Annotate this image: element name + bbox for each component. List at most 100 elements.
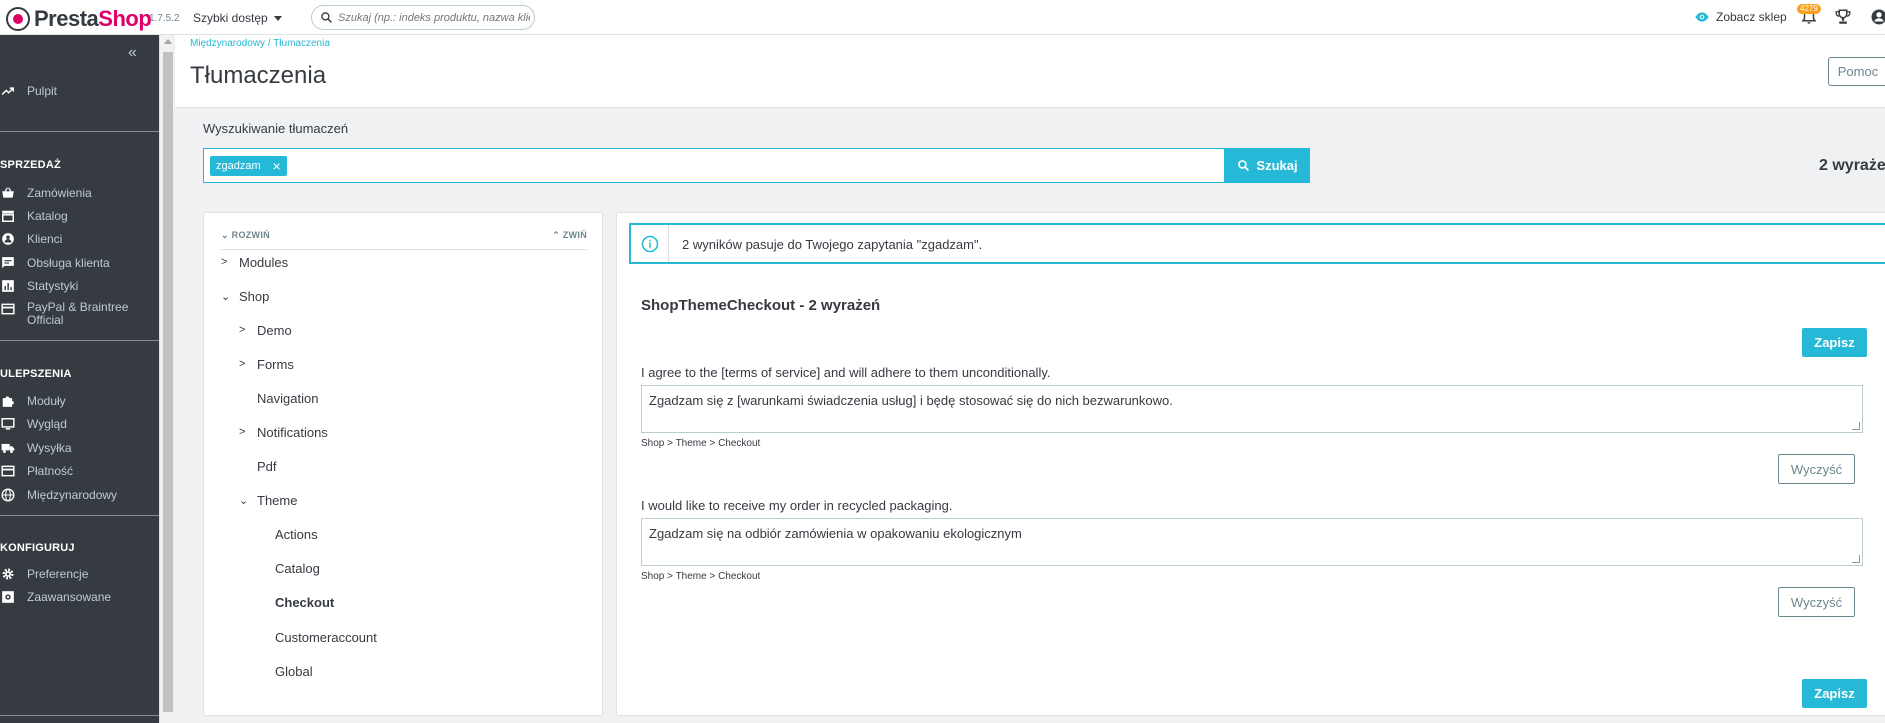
sidebar-collapse-button[interactable]: « — [128, 44, 137, 62]
translation-textarea[interactable]: Zgadzam się z [warunkami świadczenia usł… — [641, 385, 1863, 433]
translation-value: Zgadzam się z [warunkami świadczenia usł… — [649, 393, 1173, 408]
header-search[interactable] — [311, 5, 535, 30]
sidebar: « Pulpit SPRZEDAŻ Zamówienia Katalog Kli… — [0, 35, 159, 723]
scrollbar-thumb[interactable] — [163, 52, 173, 712]
trophy-icon[interactable] — [1834, 8, 1852, 26]
sidebar-item-label: Moduły — [27, 394, 66, 408]
sidebar-item-paypal[interactable]: PayPal & Braintree Official — [0, 301, 132, 331]
tree-node-pdf[interactable]: Pdf — [257, 457, 277, 475]
page-title: Tłumaczenia — [190, 62, 327, 89]
search-icon — [1238, 160, 1250, 171]
monitor-icon — [1, 418, 15, 430]
save-button-bottom[interactable]: Zapisz — [1802, 679, 1867, 708]
sidebar-item-design[interactable]: Wygląd — [0, 415, 67, 433]
credit-card-icon — [1, 303, 15, 315]
truck-icon — [1, 443, 15, 453]
tree-node-actions[interactable]: Actions — [275, 525, 318, 543]
sidebar-item-label: Wygląd — [27, 417, 67, 431]
translation-tree-panel: ⌄ ROZWIŃ ⌃ ZWIŃ > Modules ⌄ Shop > Demo > Fo… — [203, 212, 603, 716]
sidebar-item-modules[interactable]: Moduły — [0, 392, 66, 410]
sidebar-item-label: Płatność — [27, 464, 74, 478]
tree-node-navigation[interactable]: Navigation — [257, 389, 318, 407]
tree-node-shop[interactable]: ⌄ Shop — [221, 287, 269, 305]
sidebar-section-sales: SPRZEDAŻ — [0, 159, 61, 171]
tree-node-demo[interactable]: > Demo — [239, 321, 292, 339]
chat-icon — [2, 257, 14, 269]
tree-node-theme[interactable]: ⌄ Theme — [239, 491, 297, 509]
collapse-all-button[interactable]: ⌃ ZWIŃ — [552, 230, 587, 241]
prestashop-logo[interactable]: PrestaShop — [6, 6, 152, 32]
version-label: 1.7.5.2 — [149, 13, 180, 24]
tree-node-modules[interactable]: > Modules — [221, 253, 288, 271]
tree-node-checkout[interactable]: Checkout — [275, 593, 334, 611]
tree-node-catalog[interactable]: Catalog — [275, 559, 320, 577]
source-string: I agree to the [terms of service] and wi… — [641, 365, 1051, 380]
sidebar-divider — [0, 715, 159, 716]
bar-chart-icon — [2, 280, 14, 292]
sidebar-item-payment[interactable]: Płatność — [0, 462, 73, 480]
search-button[interactable]: Szukaj — [1225, 148, 1310, 183]
tree-node-label: Demo — [257, 322, 292, 338]
sidebar-divider — [0, 515, 159, 516]
search-button-label: Szukaj — [1256, 158, 1298, 173]
sidebar-item-stats[interactable]: Statystyki — [0, 277, 78, 295]
close-icon[interactable]: × — [272, 156, 280, 176]
expand-all-button[interactable]: ⌄ ROZWIŃ — [221, 230, 270, 241]
header-search-input[interactable] — [338, 9, 530, 26]
tree-controls: ⌄ ROZWIŃ ⌃ ZWIŃ — [221, 230, 587, 250]
sidebar-item-catalog[interactable]: Katalog — [0, 207, 68, 225]
search-tag-label: zgadzam — [216, 160, 261, 172]
page-header: Międzynarodowy / Tłumaczenia Tłumaczenia… — [175, 35, 1885, 108]
sidebar-item-preferences[interactable]: Preferencje — [0, 565, 88, 583]
scroll-up-arrow-icon[interactable] — [164, 39, 172, 44]
search-tag-input[interactable]: zgadzam × — [203, 148, 1225, 183]
sidebar-item-shipping[interactable]: Wysyłka — [0, 439, 72, 457]
sidebar-item-label: Pulpit — [27, 84, 58, 98]
tree-node-customeraccount[interactable]: Customeraccount — [275, 628, 377, 646]
collapse-label: ZWIŃ — [562, 230, 587, 240]
tree-node-label: Checkout — [275, 594, 335, 610]
tree-node-global[interactable]: Global — [275, 662, 313, 680]
chevron-up-icon: ⌃ — [552, 230, 563, 240]
user-icon[interactable] — [1870, 8, 1885, 26]
info-alert: 2 wyników pasuje do Twojego zapytania "z… — [629, 223, 1885, 264]
info-alert-text: 2 wyników pasuje do Twojego zapytania "z… — [682, 237, 983, 252]
chevron-down-icon: ⌄ — [221, 230, 232, 240]
chevron-down-icon: ⌄ — [221, 290, 231, 303]
sidebar-item-international[interactable]: Międzynarodowy — [0, 486, 117, 504]
clear-button[interactable]: Wyczyść — [1778, 587, 1855, 617]
translation-textarea[interactable]: Zgadzam się na odbiór zamówienia w opako… — [641, 518, 1863, 566]
notification-count-badge: 4279 — [1797, 4, 1821, 14]
sidebar-item-orders[interactable]: Zamówienia — [0, 184, 92, 202]
domain-title: ShopThemeCheckout - 2 wyrażeń — [641, 297, 881, 314]
clear-button[interactable]: Wyczyść — [1778, 454, 1855, 484]
breadcrumb[interactable]: Międzynarodowy / Tłumaczenia — [190, 38, 330, 49]
view-shop-link[interactable]: Zobacz sklep — [1694, 10, 1787, 24]
sidebar-item-pulpit[interactable]: Pulpit — [0, 82, 57, 100]
save-button[interactable]: Zapisz — [1802, 328, 1867, 357]
chevron-right-icon: > — [239, 324, 246, 336]
sidebar-item-advanced[interactable]: Zaawansowane — [0, 588, 111, 606]
resize-handle[interactable] — [1852, 555, 1860, 563]
settings-box-icon — [2, 591, 14, 603]
sidebar-scrollbar[interactable] — [159, 35, 175, 723]
tree-node-notifications[interactable]: > Notifications — [239, 423, 328, 441]
tree-node-label: Modules — [239, 254, 289, 270]
sidebar-item-customer-service[interactable]: Obsługa klienta — [0, 254, 110, 272]
tree-node-label: Shop — [239, 288, 270, 304]
basket-icon — [2, 187, 14, 198]
tree-node-forms[interactable]: > Forms — [239, 355, 294, 373]
quick-access-dropdown[interactable]: Szybki dostęp — [193, 11, 282, 25]
chevron-right-icon: > — [221, 256, 228, 268]
store-icon — [2, 210, 14, 222]
sidebar-item-label: Zamówienia — [27, 186, 92, 200]
help-button[interactable]: Pomoc — [1828, 57, 1885, 86]
translation-value: Zgadzam się na odbiór zamówienia w opako… — [649, 526, 1022, 541]
main-content: Międzynarodowy / Tłumaczenia Tłumaczenia… — [175, 35, 1885, 723]
prestashop-logo-icon — [6, 7, 30, 31]
tree-node-label: Customeraccount — [275, 629, 377, 645]
sidebar-item-label: Obsługa klienta — [27, 256, 110, 270]
resize-handle[interactable] — [1852, 422, 1860, 430]
sidebar-item-customers[interactable]: Klienci — [0, 230, 62, 248]
gear-icon — [2, 568, 14, 580]
